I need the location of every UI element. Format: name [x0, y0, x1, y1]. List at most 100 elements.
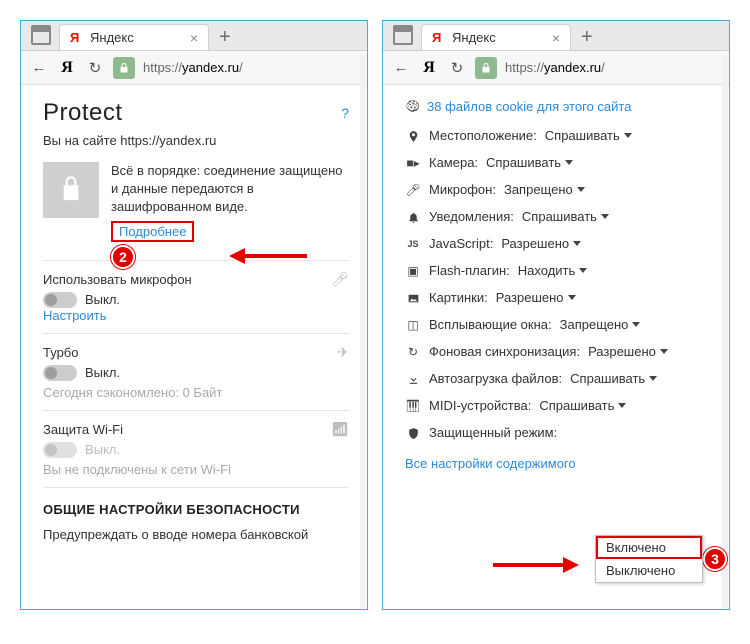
wifi-note: Вы не подключены к сети Wi-Fi — [43, 462, 349, 477]
divider — [43, 333, 349, 334]
back-button[interactable]: ← — [29, 59, 49, 76]
wifi-toggle: Выкл. — [43, 442, 349, 458]
connection-lock-icon — [43, 162, 99, 218]
perm-value: Разрешено — [501, 236, 569, 251]
perm-notifications[interactable]: Уведомления: Спрашивать — [405, 209, 711, 224]
all-content-settings-link[interactable]: Все настройки содержимого — [405, 456, 711, 471]
toggle-switch-icon — [43, 292, 77, 308]
perm-value: Разрешено — [496, 290, 564, 305]
perm-midi[interactable]: 🎹︎ MIDI-устройства: Спрашивать — [405, 398, 711, 413]
perm-protected-mode[interactable]: Защищенный режим: — [405, 425, 711, 440]
perm-autodownload[interactable]: Автозагрузка файлов: Спрашивать — [405, 371, 711, 386]
site-permissions-panel: 🍪︎ 38 файлов cookie для этого сайта Мест… — [383, 85, 729, 609]
sync-icon: ↻ — [405, 345, 421, 359]
download-icon — [405, 371, 421, 385]
perm-value: Запрещено — [560, 317, 629, 332]
perm-background-sync[interactable]: ↻ Фоновая синхронизация: Разрешено — [405, 344, 711, 359]
microphone-state: Выкл. — [85, 292, 120, 307]
divider — [43, 487, 349, 488]
perm-microphone[interactable]: 🎤︎ Микрофон: Запрещено — [405, 182, 711, 197]
yandex-favicon-icon: Я — [70, 31, 84, 45]
js-icon: JS — [405, 239, 421, 249]
microphone-setting: Использовать микрофон 🎤︎ Выкл. Настроить — [43, 271, 349, 323]
back-button[interactable]: ← — [391, 59, 411, 76]
perm-camera[interactable]: ■▸ Камера: Спрашивать — [405, 155, 711, 170]
help-link[interactable]: ? — [341, 105, 349, 121]
details-link[interactable]: Подробнее — [111, 221, 194, 242]
turbo-setting: Турбо ✈︎ Выкл. Сегодня сэкономлено: 0 Ба… — [43, 344, 349, 400]
scrollbar[interactable] — [722, 55, 728, 608]
protect-title: Protect — [43, 99, 123, 127]
cookie-icon: 🍪︎ — [405, 99, 419, 113]
protect-panel: Protect ? Вы на сайте https://yandex.ru … — [21, 85, 367, 609]
perm-value: Спрашивать — [486, 155, 561, 170]
cookies-row[interactable]: 🍪︎ 38 файлов cookie для этого сайта — [405, 99, 711, 114]
perm-value: Находить — [518, 263, 576, 278]
perm-value: Спрашивать — [570, 371, 645, 386]
chevron-down-icon — [579, 268, 587, 273]
annotation-arrow — [493, 557, 579, 573]
perm-location[interactable]: Местоположение: Спрашивать — [405, 128, 711, 143]
turbo-saved-text: Сегодня сэкономлено: 0 Байт — [43, 385, 349, 400]
active-tab[interactable]: Я Яндекс × — [421, 24, 571, 50]
chevron-down-icon — [660, 349, 668, 354]
protected-mode-dropdown[interactable]: Включено Выключено — [595, 535, 703, 583]
close-tab-icon[interactable]: × — [552, 30, 560, 46]
close-tab-icon[interactable]: × — [190, 30, 198, 46]
connection-status-text: Всё в порядке: соединение защищено и дан… — [111, 162, 349, 217]
images-icon — [405, 290, 421, 304]
microphone-icon: 🎤︎ — [331, 271, 349, 288]
chevron-down-icon — [565, 160, 573, 165]
rocket-icon: ✈︎ — [337, 344, 349, 361]
perm-value: Запрещено — [504, 182, 573, 197]
perm-javascript[interactable]: JS JavaScript: Разрешено — [405, 236, 711, 251]
toggle-switch-icon — [43, 365, 77, 381]
chevron-down-icon — [568, 295, 576, 300]
chevron-down-icon — [577, 187, 585, 192]
site-url-text: Вы на сайте https://yandex.ru — [43, 133, 349, 148]
perm-value: Спрашивать — [539, 398, 614, 413]
perm-value: Спрашивать — [545, 128, 620, 143]
chevron-down-icon — [649, 376, 657, 381]
yandex-home-button[interactable]: Я — [57, 59, 77, 77]
scrollbar[interactable] — [360, 55, 366, 608]
location-icon — [405, 128, 421, 142]
microphone-toggle[interactable]: Выкл. — [43, 292, 349, 308]
turbo-toggle[interactable]: Выкл. — [43, 365, 349, 381]
yandex-home-button[interactable]: Я — [419, 59, 439, 77]
active-tab[interactable]: Я Яндекс × — [59, 24, 209, 50]
annotation-arrow — [229, 247, 307, 264]
turbo-state: Выкл. — [85, 365, 120, 380]
chevron-down-icon — [618, 403, 626, 408]
connection-status-row: Всё в порядке: соединение защищено и дан… — [43, 162, 349, 242]
toggle-switch-icon — [43, 442, 77, 458]
address-url[interactable]: https://yandex.ru/ — [505, 60, 721, 75]
wifi-setting: Защита Wi-Fi 📶︎ Выкл. Вы не подключены к… — [43, 421, 349, 477]
cookies-link[interactable]: 38 файлов cookie для этого сайта — [427, 99, 631, 114]
chevron-down-icon — [601, 214, 609, 219]
browser-app-icon — [31, 25, 51, 45]
annotation-callout-3: 3 — [703, 547, 727, 571]
new-tab-button[interactable]: + — [209, 24, 241, 50]
chevron-down-icon — [632, 322, 640, 327]
new-tab-button[interactable]: + — [571, 24, 603, 50]
warn-bank-text: Предупреждать о вводе номера банковской — [43, 527, 349, 542]
perm-images[interactable]: Картинки: Разрешено — [405, 290, 711, 305]
wifi-label: Защита Wi-Fi — [43, 422, 123, 437]
popup-icon: ◫ — [405, 318, 421, 332]
tab-bar: Я Яндекс × + — [383, 21, 729, 51]
lock-icon[interactable] — [475, 57, 497, 79]
security-section-title: ОБЩИЕ НАСТРОЙКИ БЕЗОПАСНОСТИ — [43, 502, 349, 517]
perm-flash[interactable]: ▣ Flash-плагин: Находить — [405, 263, 711, 278]
configure-mic-link[interactable]: Настроить — [43, 308, 107, 323]
lock-icon[interactable] — [113, 57, 135, 79]
dropdown-option-off[interactable]: Выключено — [596, 559, 702, 582]
perm-popups[interactable]: ◫ Всплывающие окна: Запрещено — [405, 317, 711, 332]
dropdown-option-on[interactable]: Включено — [596, 536, 702, 559]
camera-icon: ■▸ — [405, 156, 421, 170]
bell-icon — [405, 209, 421, 223]
address-url[interactable]: https://yandex.ru/ — [143, 60, 359, 75]
tab-title: Яндекс — [452, 30, 496, 45]
reload-button[interactable]: ↻ — [447, 59, 467, 77]
reload-button[interactable]: ↻ — [85, 59, 105, 77]
